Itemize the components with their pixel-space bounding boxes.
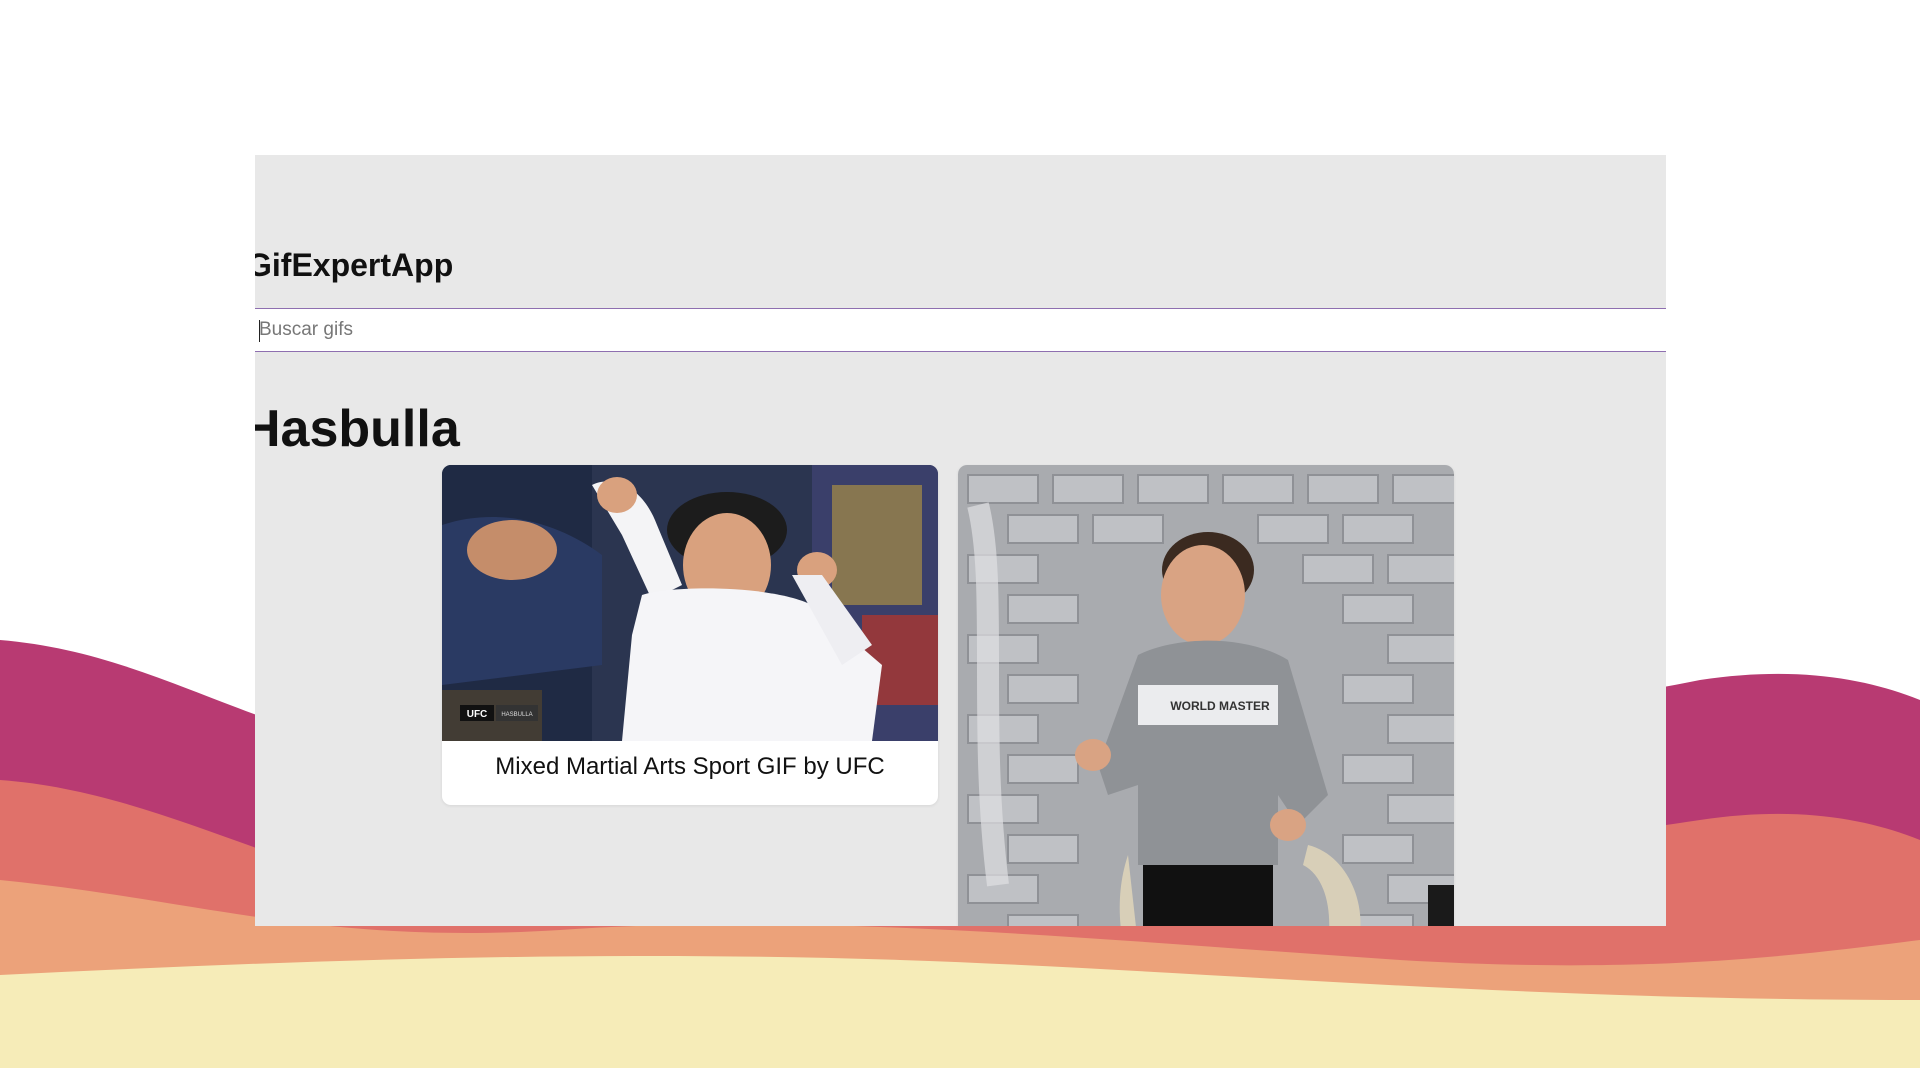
gif-card[interactable]: UFC HASBULLA Mixed Martial Arts Sport GI…	[442, 465, 938, 805]
gif-grid: UFC HASBULLA Mixed Martial Arts Sport GI…	[442, 465, 1454, 926]
gif-card[interactable]: WORLD MASTER	[958, 465, 1454, 926]
app-container: GifExpertApp Hasbulla	[255, 155, 1666, 926]
app-title: GifExpertApp	[255, 247, 454, 283]
bottom-strip	[0, 1068, 1920, 1080]
gif-image[interactable]: UFC HASBULLA	[442, 465, 938, 741]
hasbulla-tag: HASBULLA	[501, 712, 532, 718]
search-input[interactable]	[255, 308, 1666, 352]
gif-image[interactable]: WORLD MASTER	[958, 465, 1454, 926]
ufc-logo: UFC	[467, 709, 488, 720]
shirt-text: WORLD MASTER	[1170, 699, 1270, 713]
gif-title: Mixed Martial Arts Sport GIF by UFC	[495, 753, 885, 780]
category-title: Hasbulla	[255, 400, 460, 458]
text-caret	[259, 320, 260, 342]
